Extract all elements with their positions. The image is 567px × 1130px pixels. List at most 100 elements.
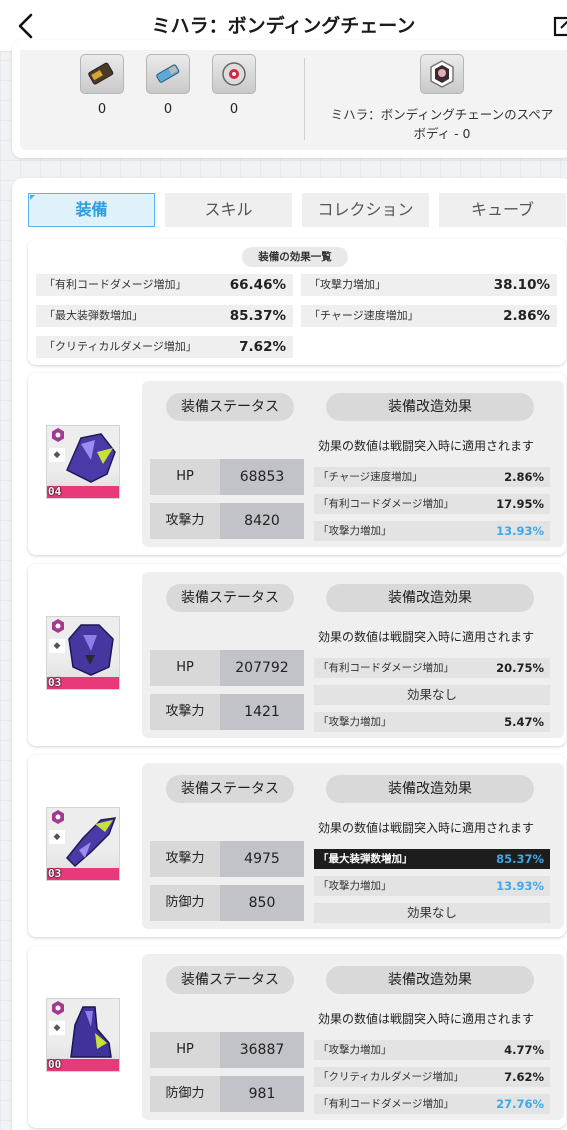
red-core-orb-icon (212, 54, 256, 94)
equipment-card-arm[interactable]: ◆ 03 装備ステータス 装備改造効果 攻撃力 4975 防御力 850 効果の… (28, 755, 566, 937)
effect-value: 66.46% (229, 277, 286, 293)
tab-collection[interactable]: コレクション (302, 193, 429, 227)
spare-body-label: ミハラ：ボンディングチェーンのスペアボディ - 0 (330, 107, 554, 141)
materials-panel: 0 0 0 ミハラ：ボンディングチェーンのスペアボディ - 0 (20, 50, 567, 150)
material-item[interactable]: 0 (210, 54, 258, 117)
effect-value: 38.10% (493, 277, 550, 293)
spare-body-icon[interactable] (420, 54, 464, 94)
effect-item: 「有利コードダメージ増加」 66.46% (36, 274, 293, 296)
mod-effect-row: 「攻撃力増加」 5.47% (314, 712, 550, 732)
equipment-level: 00 (48, 1058, 62, 1071)
mod-value: 20.75% (496, 661, 544, 675)
mod-label: 「有利コードダメージ増加」 (318, 662, 454, 674)
equipment-detail-panel: 装備ステータス 装備改造効果 HP 68853 攻撃力 8420 効果の数値は戦… (142, 381, 564, 547)
mod-effect-row-highlighted: 「最大装弾数増加」 85.37% (314, 849, 550, 869)
stat-value: 68853 (220, 459, 304, 495)
mod-effect-header: 装備改造効果 (326, 775, 534, 803)
mod-label: 「攻撃力増加」 (318, 525, 392, 537)
equipment-thumbnail[interactable]: ◆ 04 (46, 425, 120, 499)
mod-value: 13.93% (496, 879, 544, 893)
mod-note: 効果の数値は戦闘突入時に適用されます (318, 1012, 535, 1026)
mod-note: 効果の数値は戦闘突入時に適用されます (318, 439, 535, 453)
stat-name: 攻撃力 (150, 503, 220, 539)
effect-label: 「チャージ速度増加」 (309, 309, 419, 322)
equipment-thumbnail[interactable]: ◆ 03 (46, 616, 120, 690)
stat-row: 攻撃力 8420 (150, 503, 304, 539)
mod-label: 「最大装弾数増加」 (318, 853, 413, 865)
stat-name: 防御力 (150, 1076, 220, 1112)
tab-equipment[interactable]: 装備 (28, 193, 155, 227)
mod-effect-empty: 効果なし (314, 903, 550, 923)
effect-value: 7.62% (239, 339, 286, 355)
stat-value: 36887 (220, 1032, 304, 1068)
divider (304, 58, 305, 140)
equipment-art-icon (66, 433, 116, 483)
tab-cube[interactable]: キューブ (439, 193, 566, 227)
mod-effect-row: 「攻撃力増加」 13.93% (314, 521, 550, 541)
edit-icon[interactable] (553, 14, 567, 38)
bullet-battery-icon (80, 54, 124, 94)
mod-label: 「攻撃力増加」 (318, 880, 392, 892)
stat-name: 攻撃力 (150, 841, 220, 877)
effect-value: 85.37% (229, 308, 286, 324)
effect-item: 「クリティカルダメージ増加」 7.62% (36, 336, 293, 358)
materials-card: 0 0 0 ミハラ：ボンディングチェーンのスペアボディ - 0 (12, 40, 567, 158)
mod-effect-header: 装備改造効果 (326, 966, 534, 994)
mod-effect-empty: 効果なし (314, 685, 550, 705)
equipment-effects-summary: 装備の効果一覧 「有利コードダメージ増加」 66.46% 「攻撃力増加」 38.… (28, 239, 566, 365)
equipment-detail-panel: 装備ステータス 装備改造効果 攻撃力 4975 防御力 850 効果の数値は戦闘… (142, 763, 564, 929)
mod-label: 「有利コードダメージ増加」 (318, 498, 454, 510)
stat-name: HP (150, 459, 220, 495)
mod-value: 17.95% (496, 497, 544, 511)
mod-effect-header: 装備改造効果 (326, 584, 534, 612)
mod-effect-row: 「クリティカルダメージ増加」 7.62% (314, 1067, 550, 1087)
equipment-detail-panel: 装備ステータス 装備改造効果 HP 207792 攻撃力 1421 効果の数値は… (142, 572, 564, 738)
tab-skill[interactable]: スキル (165, 193, 292, 227)
mod-value: 13.93% (496, 524, 544, 538)
mod-label: 「クリティカルダメージ増加」 (318, 1071, 464, 1083)
material-item[interactable]: 0 (144, 54, 192, 117)
equipment-level: 04 (48, 485, 62, 498)
equipment-thumbnail[interactable]: ◆ 03 (46, 807, 120, 881)
material-item[interactable]: 0 (78, 54, 126, 117)
equipment-card-head[interactable]: ◆ 04 装備ステータス 装備改造効果 HP 68853 攻撃力 8420 効果… (28, 373, 566, 555)
equipment-card-leg[interactable]: ◆ 00 装備ステータス 装備改造効果 HP 36887 防御力 981 効果の… (28, 946, 566, 1128)
mod-label: 「チャージ速度増加」 (318, 471, 423, 483)
mod-effect-row: 「有利コードダメージ増加」 17.95% (314, 494, 550, 514)
effect-label: 「最大装弾数増加」 (44, 309, 143, 322)
effect-label: 「攻撃力増加」 (309, 278, 386, 291)
mod-label: 「有利コードダメージ増加」 (318, 1098, 454, 1110)
stat-name: HP (150, 1032, 220, 1068)
mod-note: 効果の数値は戦闘突入時に適用されます (318, 630, 535, 644)
equipment-art-icon (65, 817, 117, 868)
stat-row: 攻撃力 1421 (150, 694, 304, 730)
stat-value: 1421 (220, 694, 304, 730)
stat-row: 攻撃力 4975 (150, 841, 304, 877)
mod-value: 27.76% (496, 1097, 544, 1111)
mod-note: 効果の数値は戦闘突入時に適用されます (318, 821, 535, 835)
stat-name: 防御力 (150, 885, 220, 921)
mod-effect-row: 「有利コードダメージ増加」 27.76% (314, 1094, 550, 1114)
stat-value: 981 (220, 1076, 304, 1112)
mod-effect-row: 「有利コードダメージ増加」 20.75% (314, 658, 550, 678)
stat-value: 4975 (220, 841, 304, 877)
mod-effect-row: 「攻撃力増加」 4.77% (314, 1040, 550, 1060)
effect-item: 「最大装弾数増加」 85.37% (36, 305, 293, 327)
mod-value: 85.37% (496, 852, 544, 866)
equipment-thumbnail[interactable]: ◆ 00 (46, 998, 120, 1072)
stat-value: 850 (220, 885, 304, 921)
stat-row: HP 68853 (150, 459, 304, 495)
stat-name: HP (150, 650, 220, 686)
stat-row: HP 207792 (150, 650, 304, 686)
mod-label: 「攻撃力増加」 (318, 1044, 392, 1056)
effect-value: 2.86% (503, 308, 550, 324)
effect-label: 「クリティカルダメージ増加」 (44, 340, 197, 353)
material-count: 0 (97, 102, 107, 117)
equipment-card-body[interactable]: ◆ 03 装備ステータス 装備改造効果 HP 207792 攻撃力 1421 効… (28, 564, 566, 746)
effects-summary-title: 装備の効果一覧 (242, 247, 348, 267)
mod-value: 5.47% (504, 715, 544, 729)
status-header: 装備ステータス (166, 584, 294, 612)
equipment-level: 03 (48, 867, 62, 880)
status-header: 装備ステータス (166, 393, 294, 421)
equipment-art-icon (68, 624, 114, 676)
